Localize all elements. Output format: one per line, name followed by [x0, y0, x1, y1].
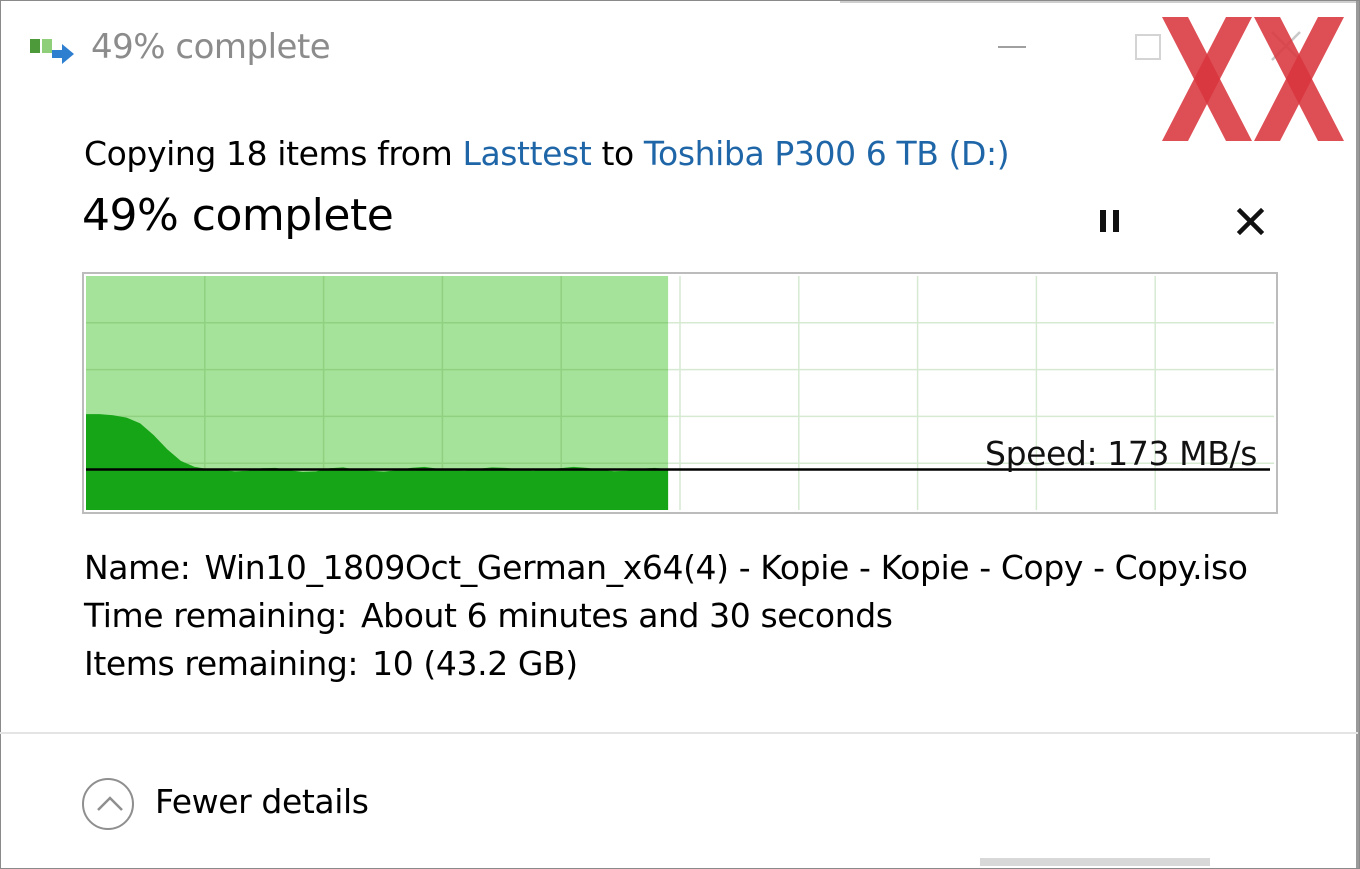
detail-items-label: Items remaining: [84, 644, 359, 683]
detail-items-value: 10 (43.2 GB) [372, 644, 578, 683]
destination-link[interactable]: Toshiba P300 6 TB (D:) [644, 134, 1010, 173]
cancel-button[interactable] [1224, 196, 1276, 248]
detail-name-value: Win10_1809Oct_German_x64(4) - Kopie - Ko… [204, 548, 1248, 587]
close-icon [1236, 207, 1265, 236]
minimize-button[interactable] [975, 18, 1055, 76]
fewer-details-label: Fewer details [155, 782, 369, 821]
speed-label: Speed: 173 MB/s [985, 434, 1257, 473]
title-bar[interactable]: 49% complete [0, 0, 1360, 96]
copy-prefix: Copying 18 items from [84, 134, 453, 173]
chevron-up-icon [82, 778, 134, 830]
maximize-icon [1135, 34, 1161, 60]
transfer-speed-chart [86, 276, 1274, 510]
watermark-logo [1162, 17, 1344, 141]
detail-time-label: Time remaining: [84, 596, 347, 635]
detail-time-row: Time remaining: About 6 minutes and 30 se… [84, 596, 893, 635]
copy-description: Copying 18 items from Lasttest to Toshib… [84, 134, 1010, 173]
window-title: 49% complete [91, 27, 331, 67]
footer-divider [0, 732, 1358, 734]
progress-heading: 49% complete [82, 190, 394, 241]
minimize-icon [998, 46, 1026, 48]
detail-items-row: Items remaining: 10 (43.2 GB) [84, 644, 578, 683]
detail-name-row: Name: Win10_1809Oct_German_x64(4) - Kopie… [84, 548, 1248, 587]
detail-time-value: About 6 minutes and 30 seconds [361, 596, 893, 635]
copy-joiner: to [601, 134, 634, 173]
file-copy-icon [30, 39, 74, 64]
fewer-details-button[interactable]: Fewer details [80, 776, 380, 832]
source-link[interactable]: Lasttest [462, 134, 591, 173]
detail-name-label: Name: [84, 548, 191, 587]
pause-button[interactable] [1084, 196, 1136, 248]
